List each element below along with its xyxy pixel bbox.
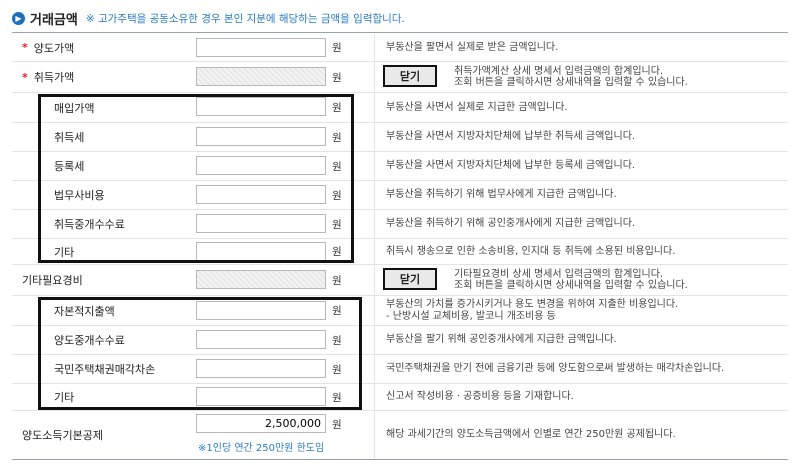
- required-icon: *: [22, 70, 28, 84]
- row-desc: 취득가액계산 상세 명세서 입력금액의 합계입니다. 조회 버튼을 클릭하시면 …: [454, 66, 688, 88]
- section-note: ※ 고가주택을 공동소유한 경우 본인 지분에 해당하는 금액을 입력합니다.: [85, 12, 405, 25]
- row-desc: 부동산을 사면서 실제로 지급한 금액입니다.: [386, 101, 568, 113]
- acquisition-close-button[interactable]: 닫기: [383, 65, 437, 87]
- table-top-border: [12, 32, 788, 33]
- row-desc: 부동산을 팔면서 실제로 받은 금액입니다.: [386, 41, 559, 53]
- row-label: 취득가액: [33, 71, 75, 84]
- sale-price-input[interactable]: [196, 38, 326, 57]
- arrow-right-circle-icon: ▶: [12, 11, 25, 25]
- row-desc: 신고서 작성비용 · 공증비용 등을 기재합니다.: [386, 391, 574, 402]
- unit-label: 원: [332, 418, 342, 431]
- row-desc: 부동산을 취득하기 위해 공인중개사에게 지급한 금액입니다.: [386, 218, 636, 229]
- row-desc: 부동산을 팔기 위해 공인중개사에게 지급한 금액입니다.: [386, 334, 617, 345]
- row-desc: 기타필요경비 상세 명세서 입력금액의 합계입니다. 조회 버튼을 클릭하시면 …: [454, 269, 688, 291]
- acquisition-detail-group: [38, 94, 354, 263]
- row-label: 기타필요경비: [22, 274, 83, 287]
- unit-label: 원: [332, 71, 342, 84]
- section-header: ▶ 거래금액 ※ 고가주택을 공동소유한 경우 본인 지분에 해당하는 금액을 …: [12, 8, 405, 28]
- row-desc: 부동산을 취득하기 위해 법무사에게 지급한 금액입니다.: [386, 189, 617, 200]
- row-desc: 취득시 쟁송으로 인한 소송비용, 인지대 등 취득에 소용된 비용입니다.: [386, 245, 676, 257]
- unit-label: 원: [332, 274, 342, 287]
- row-label: 양도가액: [33, 41, 75, 55]
- row-desc: 해당 과세기간의 양도소득금액에서 인별로 연간 250만원 공제됩니다.: [386, 429, 676, 440]
- acquisition-price-input: [196, 67, 326, 86]
- unit-label: 원: [332, 42, 342, 54]
- row-other-expenses: 기타필요경비 원 닫기 기타필요경비 상세 명세서 입력금액의 합계입니다. 조…: [12, 265, 788, 296]
- deduction-limit-note: ※1인당 연간 250만원 한도임: [198, 443, 325, 454]
- row-label: 양도소득기본공제: [22, 429, 103, 442]
- row-basic-deduction: 양도소득기본공제 원 ※1인당 연간 250만원 한도임 해당 과세기간의 양도…: [12, 411, 788, 460]
- other-expenses-detail-group: [38, 297, 362, 410]
- other-expenses-input: [196, 270, 326, 289]
- row-desc: 부동산을 사면서 지방자치단체에 납부한 등록세 금액입니다.: [386, 160, 636, 171]
- other-expenses-close-button[interactable]: 닫기: [383, 268, 437, 290]
- basic-deduction-input[interactable]: [196, 414, 326, 433]
- row-desc: 부동산의 가치를 증가시키거나 용도 변경을 위하여 지출한 비용입니다. - …: [386, 298, 679, 322]
- row-acquisition-price: * 취득가액 원 닫기 취득가액계산 상세 명세서 입력금액의 합계입니다. 조회…: [12, 62, 788, 93]
- row-sale-price: * 양도가액 원 부동산을 팔면서 실제로 받은 금액입니다.: [12, 34, 788, 62]
- row-desc: 국민주택채권을 만기 전에 금융기관 등에 양도함으로써 발생하는 매각차손입니…: [386, 363, 725, 374]
- row-desc: 부동산을 사면서 지방자치단체에 납부한 취득세 금액입니다.: [386, 131, 636, 142]
- section-title: 거래금액: [30, 12, 78, 28]
- required-icon: *: [22, 41, 28, 54]
